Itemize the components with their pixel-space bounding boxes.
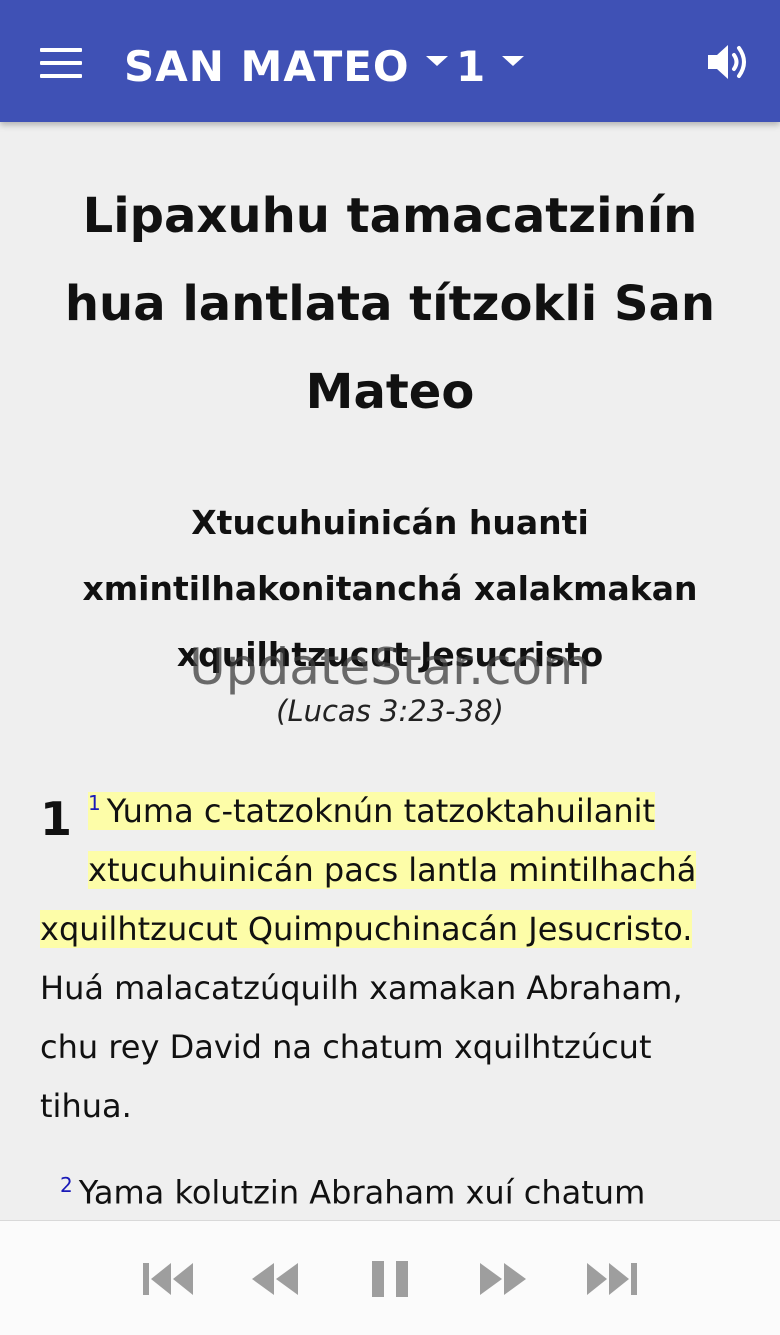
- chapter-dropdown-icon: [502, 56, 525, 66]
- rewind-icon[interactable]: [250, 1259, 300, 1299]
- skip-next-icon[interactable]: [585, 1259, 639, 1299]
- app-bar: SAN MATEO 1: [0, 0, 780, 122]
- pause-icon[interactable]: [370, 1259, 410, 1299]
- book-selector[interactable]: SAN MATEO: [124, 36, 448, 96]
- verse-1[interactable]: 1 Yuma c-tatzoknún tatzoktahuilanit xtucu…: [40, 774, 750, 1136]
- book-name: SAN MATEO: [124, 41, 410, 91]
- book-title: Lipaxuhu tamacatzinín hua lantlata títzo…: [64, 188, 716, 420]
- chapter-number: 1: [456, 41, 487, 91]
- scripture-content[interactable]: Lipaxuhu tamacatzinín hua lantlata títzo…: [0, 122, 780, 1220]
- chapter-selector[interactable]: 1: [456, 36, 525, 96]
- book-dropdown-icon: [425, 56, 448, 66]
- section-heading: Xtucuhuinicán huanti xmintilhakonitanchá…: [82, 503, 698, 674]
- fast-forward-icon[interactable]: [478, 1259, 528, 1299]
- speaker-icon[interactable]: [706, 42, 750, 82]
- verse-text-line: Yuma c-tatzoknún tatzoktahuilanit: [106, 791, 656, 830]
- verse-number: 2: [60, 1173, 73, 1197]
- skip-previous-icon[interactable]: [141, 1259, 195, 1299]
- verse-number: 1: [88, 791, 101, 815]
- verse-text-line: xquilhtzucut Quimpuchinacán Jesucristo.: [40, 909, 693, 948]
- audio-player-bar: [0, 1220, 780, 1335]
- verse-text-line: xtucuhuinicán pacs lantla mintilhachá: [88, 850, 697, 889]
- cross-reference[interactable]: (Lucas 3:23-38): [40, 694, 740, 728]
- menu-icon[interactable]: [40, 48, 82, 78]
- verse-text-rest: Huá malacatzúquilh xamakan Abraham, chu …: [40, 968, 683, 1125]
- verse-text: Yama kolutzin Abraham xuí chatum: [78, 1173, 646, 1212]
- verse-highlight: 1 Yuma c-tatzoknún tatzoktahuilanit: [88, 791, 656, 830]
- verse-2[interactable]: 2 Yama kolutzin Abraham xuí chatum: [60, 1156, 750, 1220]
